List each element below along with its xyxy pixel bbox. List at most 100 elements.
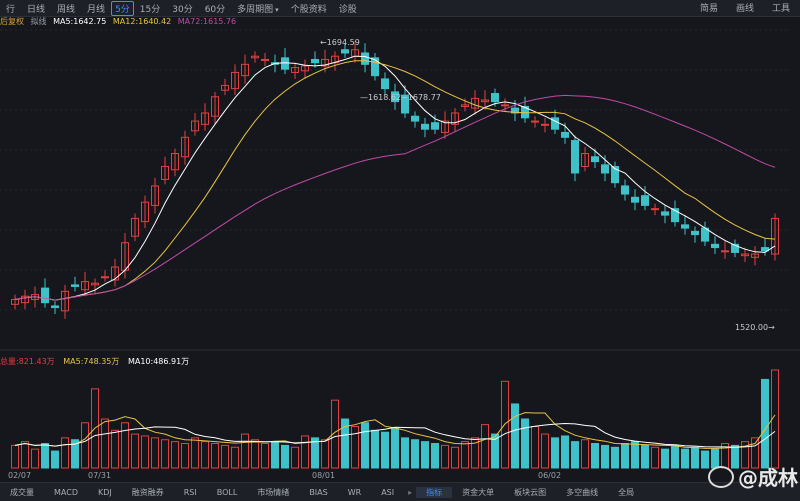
tab-big-order[interactable]: 资金大单 — [452, 487, 504, 498]
candle — [541, 123, 549, 126]
volume-bar — [211, 443, 219, 469]
volume-ma10: MA10:486.91万 — [127, 357, 190, 366]
volume-bar — [361, 422, 369, 469]
volume-bar — [291, 446, 299, 469]
candle — [341, 49, 349, 54]
volume-bar — [381, 431, 389, 469]
tab-wr[interactable]: WR — [338, 488, 371, 497]
tab-longshort[interactable]: 多空曲线 — [556, 487, 608, 498]
candle — [661, 211, 669, 216]
candle — [681, 224, 689, 229]
candle — [101, 276, 109, 279]
volume-bar — [61, 437, 69, 469]
volume-bar — [181, 443, 189, 469]
weibo-logo-icon — [708, 466, 734, 488]
candle — [371, 57, 379, 77]
volume-bar — [681, 448, 689, 469]
volume-bar — [551, 437, 559, 469]
tab-sector[interactable]: 板块云图 — [504, 487, 556, 498]
candle — [261, 58, 269, 61]
volume-bar — [121, 422, 129, 469]
volume-bar — [441, 444, 449, 469]
tab-rsi[interactable]: RSI — [174, 488, 207, 497]
range-annotation: —1618.62~1678.77 — [360, 93, 441, 102]
tab-sentiment[interactable]: 市场情绪 — [247, 487, 299, 498]
volume-bar — [41, 443, 49, 469]
date-label: 02/07 — [8, 471, 31, 480]
indicator-tabs: 成交量 MACD KDJ 融资融券 RSI BOLL 市场情绪 BIAS WR … — [0, 482, 800, 501]
tab-margin[interactable]: 融资融券 — [122, 487, 174, 498]
candle — [621, 185, 629, 195]
volume-bar — [111, 429, 119, 469]
volume-bar — [51, 450, 59, 469]
candle — [601, 164, 609, 174]
volume-bar — [591, 443, 599, 469]
candle — [531, 120, 539, 123]
volume-bar — [391, 427, 399, 469]
volume-bar — [631, 441, 639, 469]
kline-chart[interactable]: ←1694.59 —1618.62~1678.77 1520.00→ 02/07 07/… — [0, 0, 800, 482]
candle — [651, 208, 659, 211]
volume-bar — [281, 444, 289, 469]
volume-bar — [151, 437, 159, 469]
volume-bar — [11, 444, 19, 469]
candle — [721, 250, 729, 253]
candle — [711, 243, 719, 249]
volume-bar — [21, 441, 29, 469]
candle — [431, 122, 439, 130]
candle — [411, 115, 419, 122]
volume-bar — [481, 424, 489, 469]
watermark: @成林 — [738, 466, 798, 490]
volume-bar — [321, 439, 329, 469]
volume-bar — [571, 441, 579, 469]
volume-bar — [531, 426, 539, 469]
tab-indicator[interactable]: 指标 — [416, 486, 453, 498]
chevron-right-icon[interactable]: ▸ — [404, 488, 416, 497]
date-label: 06/02 — [538, 471, 561, 480]
volume-bar — [601, 444, 609, 469]
volume-total: 总量:821.43万 — [0, 357, 55, 366]
volume-bar — [401, 437, 409, 469]
volume-bar — [241, 433, 249, 469]
volume-bar — [761, 378, 769, 469]
candle — [641, 195, 649, 206]
tab-bias[interactable]: BIAS — [299, 488, 337, 497]
date-label: 07/31 — [88, 471, 111, 480]
volume-bar — [691, 446, 699, 469]
tab-kdj[interactable]: KDJ — [88, 488, 122, 497]
volume-bar — [621, 443, 629, 469]
volume-bar — [81, 422, 89, 469]
candle — [691, 230, 699, 236]
volume-bar — [451, 446, 459, 469]
volume-bar — [261, 443, 269, 469]
volume-bar — [301, 435, 309, 469]
tab-global[interactable]: 全局 — [608, 487, 644, 498]
candle — [491, 93, 499, 103]
candle — [311, 58, 319, 64]
candle — [71, 284, 79, 287]
candle — [381, 78, 389, 90]
volume-bar — [611, 446, 619, 469]
volume-bar — [271, 441, 279, 469]
volume-bar — [231, 446, 239, 469]
date-label: 08/01 — [312, 471, 335, 480]
candle — [361, 52, 369, 65]
tab-boll[interactable]: BOLL — [207, 488, 248, 497]
candle — [41, 287, 49, 304]
candle — [501, 104, 509, 107]
candle — [281, 57, 289, 70]
tab-volume[interactable]: 成交量 — [0, 487, 44, 498]
volume-bar — [251, 439, 259, 469]
volume-bar — [141, 435, 149, 469]
volume-bar — [461, 441, 469, 469]
tab-macd[interactable]: MACD — [44, 488, 88, 497]
volume-legend: 总量:821.43万 MA5:748.35万 MA10:486.91万 — [0, 356, 195, 368]
candle — [51, 305, 59, 309]
volume-ma5: MA5:748.35万 — [63, 357, 120, 366]
volume-bar — [561, 435, 569, 469]
tab-asi[interactable]: ASI — [371, 488, 404, 497]
volume-bar — [431, 443, 439, 469]
volume-bar — [421, 441, 429, 469]
volume-bar — [161, 439, 169, 469]
volume-bar — [171, 441, 179, 469]
